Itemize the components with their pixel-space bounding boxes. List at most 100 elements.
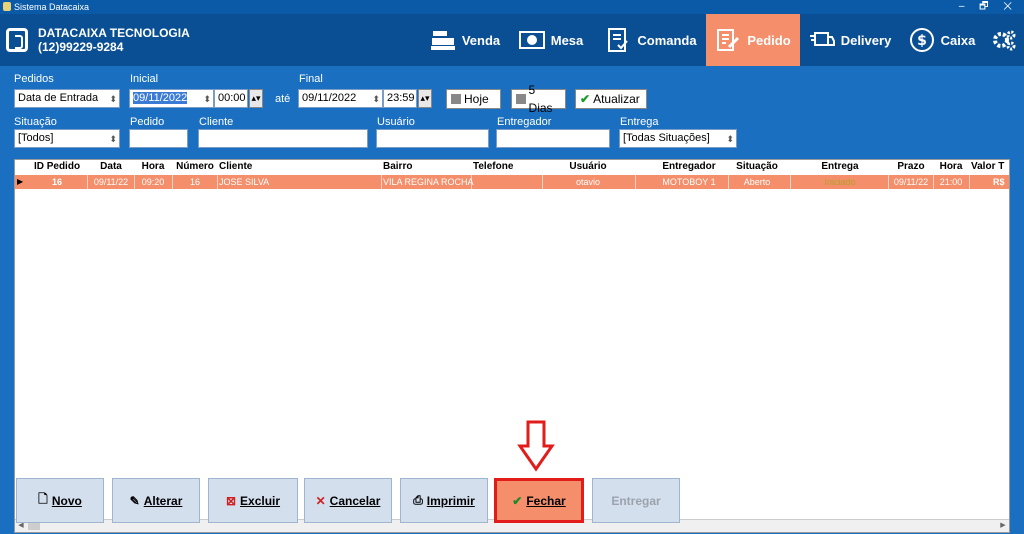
final-label: Final <box>299 73 323 85</box>
excluir-button[interactable]: ⊠ Excluir <box>208 478 298 523</box>
nav-label: Pedido <box>747 32 791 48</box>
novo-button[interactable]: 🗋 Novo <box>16 478 104 523</box>
nav-label: Caixa <box>940 32 976 48</box>
inicial-time-input[interactable]: 00:00 <box>214 89 248 108</box>
cell-usuario: otavio <box>575 177 601 187</box>
cliente-input[interactable] <box>198 129 368 148</box>
col-header[interactable]: Número <box>173 161 217 172</box>
col-header[interactable]: Entregador <box>641 161 737 172</box>
row-indicator-icon: ▶ <box>17 177 24 186</box>
col-header[interactable]: Hora <box>935 161 967 172</box>
col-header[interactable]: ID Pedido <box>29 161 85 172</box>
col-header[interactable]: Data <box>89 161 133 172</box>
cell-entregador: MOTOBOY 1 <box>662 177 716 187</box>
cell-hora: 09:20 <box>141 177 165 187</box>
inicial-date-input[interactable]: 09/11/2022 <box>129 89 214 108</box>
col-header[interactable]: Prazo <box>891 161 931 172</box>
final-date-input[interactable]: 09/11/2022 <box>298 89 383 108</box>
situacao-label: Situação <box>14 116 57 128</box>
col-header[interactable]: Cliente <box>219 161 279 172</box>
pedidos-grid[interactable]: ID Pedido Data Hora Número Cliente Bairr… <box>14 159 1010 533</box>
table-row[interactable]: ▶ 16 09/11/22 09:20 16 JOSE SILVA VILA R… <box>15 175 1009 189</box>
check-icon: ✔ <box>512 493 523 508</box>
nav-label: Mesa <box>550 32 584 48</box>
nav-caixa[interactable]: $ Caixa <box>902 14 982 66</box>
entrega-label: Entrega <box>620 116 659 128</box>
cell-valor: R$ <box>993 177 1005 187</box>
checklist-icon <box>608 28 629 52</box>
entregar-button: Entregar <box>592 478 680 523</box>
nav-venda[interactable]: Venda <box>424 14 506 66</box>
window-title: Sistema Datacaixa <box>14 2 90 12</box>
pedido-input[interactable] <box>129 129 188 148</box>
cinco-dias-button[interactable]: 5 Dias <box>511 83 566 115</box>
col-header[interactable]: Bairro <box>383 161 443 172</box>
edit-icon: ✎ <box>129 493 140 508</box>
col-header[interactable]: Entrega <box>793 161 887 172</box>
window-controls[interactable]: – 🗗 ✕ <box>959 0 1018 14</box>
cell-id: 16 <box>51 177 62 187</box>
inicial-time-spinner[interactable]: ▴▾ <box>249 89 263 108</box>
col-header[interactable]: Telefone <box>473 161 533 172</box>
pedidos-content: Pedidos Inicial Final Data de Entrada 09… <box>0 66 1024 534</box>
cash-register-icon <box>430 31 455 50</box>
col-header[interactable]: Valor T <box>971 161 1009 172</box>
company-phone: (12)99229-9284 <box>38 40 124 54</box>
company-name: DATACAIXA TECNOLOGIA <box>38 26 190 40</box>
entregador-input[interactable] <box>496 129 610 148</box>
red-arrow-annotation <box>517 420 555 472</box>
app-header: DATACAIXA TECNOLOGIA (12)99229-9284 Vend… <box>0 14 1024 66</box>
cell-cliente: JOSE SILVA <box>219 177 270 187</box>
pedidos-select[interactable]: Data de Entrada <box>14 89 120 108</box>
alterar-button[interactable]: ✎ Alterar <box>112 478 200 523</box>
cell-hora-prazo: 21:00 <box>939 177 963 187</box>
pedidos-label: Pedidos <box>14 73 54 85</box>
hoje-button[interactable]: Hoje <box>446 89 501 109</box>
usuario-input[interactable] <box>376 129 489 148</box>
entrega-select[interactable]: [Todas Situações] <box>619 129 737 148</box>
imprimir-button[interactable]: ⎙ Imprimir <box>400 478 488 523</box>
printer-icon: ⎙ <box>413 493 423 507</box>
usuario-label: Usuário <box>377 116 415 128</box>
cell-prazo: 09/11/22 <box>893 177 929 187</box>
delivery-truck-icon <box>809 32 835 46</box>
cell-bairro: VILA REGINA ROCHA <box>383 177 474 187</box>
company-info: DATACAIXA TECNOLOGIA (12)99229-9284 <box>38 26 190 54</box>
ate-label: até <box>275 93 291 105</box>
col-header[interactable]: Situação <box>731 161 783 172</box>
plate-icon <box>518 31 545 49</box>
order-edit-icon <box>717 29 740 51</box>
check-icon: ✔ <box>580 92 591 106</box>
nav-label: Venda <box>461 32 501 48</box>
nav-pedido[interactable]: Pedido <box>706 14 800 66</box>
inicial-label: Inicial <box>130 73 159 85</box>
datacaixa-logo-icon <box>6 28 28 52</box>
scroll-right-icon[interactable]: ▶ <box>998 521 1008 530</box>
nav-label: Comanda <box>637 32 697 48</box>
cancel-x-icon: ✕ <box>315 493 326 508</box>
fechar-button[interactable]: ✔ Fechar <box>494 478 584 523</box>
grid-header: ID Pedido Data Hora Número Cliente Bairr… <box>15 160 1009 175</box>
cell-numero: 16 <box>189 177 200 187</box>
nav-mesa[interactable]: Mesa <box>510 14 592 66</box>
cell-entrega: Iniciado <box>824 177 856 187</box>
dollar-coin-icon: $ <box>909 28 934 52</box>
delete-icon: ⊠ <box>225 493 237 508</box>
nav-delivery[interactable]: Delivery <box>802 14 898 66</box>
cliente-label: Cliente <box>199 116 234 128</box>
svg-text:$: $ <box>917 33 927 49</box>
col-header[interactable]: Usuário <box>543 161 633 172</box>
calendar-icon <box>451 94 461 104</box>
entregador-label: Entregador <box>497 116 552 128</box>
col-header[interactable]: Hora <box>135 161 171 172</box>
final-time-spinner[interactable]: ▴▾ <box>418 89 432 108</box>
atualizar-button[interactable]: ✔ Atualizar <box>575 89 647 109</box>
new-document-icon: 🗋 <box>38 492 48 506</box>
final-time-input[interactable]: 23:59 <box>383 89 417 108</box>
pedido-label: Pedido <box>130 116 165 128</box>
cancelar-button[interactable]: ✕ Cancelar <box>304 478 392 523</box>
situacao-select[interactable]: [Todos] <box>14 129 120 148</box>
nav-label: Delivery <box>840 32 892 48</box>
nav-settings[interactable] <box>986 14 1022 66</box>
nav-comanda[interactable]: Comanda <box>600 14 702 66</box>
